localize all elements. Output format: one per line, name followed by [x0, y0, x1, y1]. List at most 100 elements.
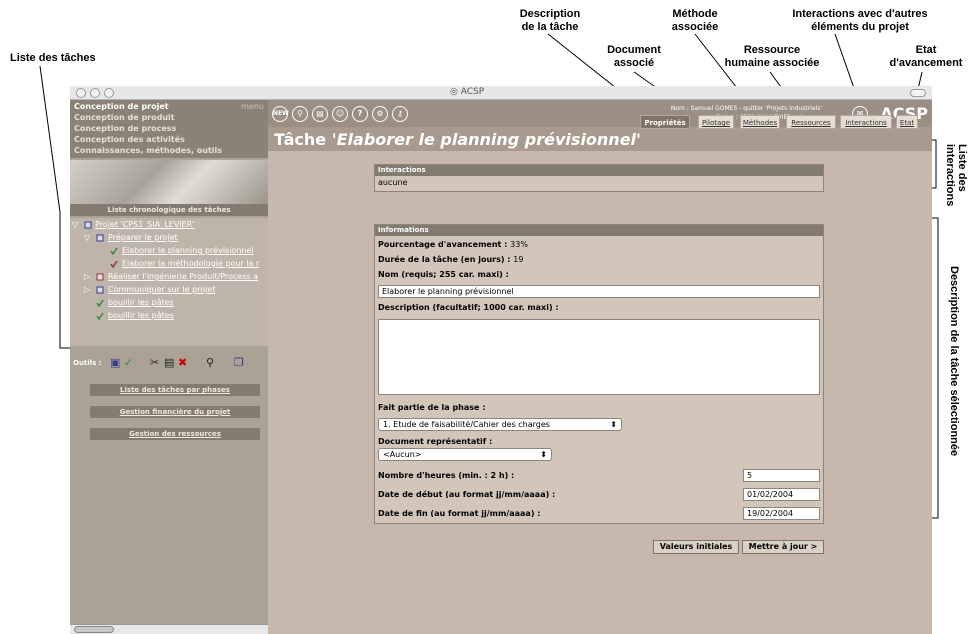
user-line[interactable]: Nom : Samuel GOMES - quitter 'Projets in…: [671, 104, 822, 113]
phase-icon: [96, 286, 104, 294]
phase-select[interactable]: 1. Etude de faisabilité/Cahier des charg…: [378, 418, 622, 431]
document-label: Document représentatif :: [378, 437, 493, 446]
update-button[interactable]: Mettre à jour >: [742, 540, 824, 554]
phase-label: Fait partie de la phase :: [378, 403, 486, 412]
annotation-description-tache: Description de la tâche: [519, 8, 581, 33]
tab-proprietes[interactable]: Propriétés: [640, 115, 690, 129]
tree-item-bouillir-2[interactable]: bouillir les pâtes: [108, 311, 174, 320]
menu-item-conception-produit[interactable]: Conception de produit: [74, 113, 175, 122]
button-gestion-ressources[interactable]: Gestion des ressources: [90, 428, 260, 440]
tab-ressources[interactable]: Ressources: [786, 115, 836, 129]
select-arrows-icon: ⬍: [540, 450, 547, 459]
tree-expander-icon[interactable]: ▽: [72, 220, 78, 229]
select-arrows-icon: ⬍: [610, 420, 617, 429]
tree-item-methodologie[interactable]: Elaborer la méthodologie pour la r: [122, 259, 259, 268]
fin-input[interactable]: 19/02/2004: [743, 507, 820, 520]
annotation-etat: Etat d'avancement: [889, 44, 963, 69]
menu-item-conception-projet[interactable]: Conception de projet: [74, 102, 169, 111]
tree-expander-icon[interactable]: ▽: [84, 233, 90, 242]
print-icon[interactable]: ▤: [312, 106, 328, 122]
annotation-liste-taches: Liste des tâches: [10, 52, 96, 64]
phase-icon: [96, 234, 104, 242]
banner-image: [70, 160, 268, 204]
tree-item-planning[interactable]: Elaborer le planning prévisionnel: [122, 246, 254, 255]
tab-methodes[interactable]: Méthodes: [740, 115, 780, 129]
annotation-methode: Méthode associée: [671, 8, 719, 33]
duree-label: Durée de la tâche (en jours) : 19: [378, 255, 524, 264]
annotation-interactions-autres: Interactions avec d'autres éléments du pr…: [792, 8, 928, 33]
tab-pilotage[interactable]: Pilotage: [698, 115, 734, 129]
main-menu: menu Conception de projet Conception de …: [70, 100, 268, 158]
tab-interactions[interactable]: Interactions: [840, 115, 892, 129]
button-gestion-financiere[interactable]: Gestion financière du projet: [90, 406, 260, 418]
tree-expander-icon[interactable]: ▷: [84, 272, 90, 281]
annotation-liste-interactions: Liste des interactions: [944, 144, 968, 207]
window-title: ◎ ACSP: [450, 87, 485, 97]
binoculars-icon[interactable]: ⚲: [206, 356, 214, 369]
heures-label: Nombre d'heures (min. : 2 h) :: [378, 471, 515, 480]
task-check-icon: [96, 299, 104, 307]
title-bar: ◎ ACSP: [70, 86, 932, 100]
phase-icon: [96, 273, 104, 281]
debut-input[interactable]: 01/02/2004: [743, 488, 820, 501]
tree-item-preparer[interactable]: Préparer le projet: [108, 233, 178, 242]
tree-item-bouillir-1[interactable]: bouillir les pâtes: [108, 298, 174, 307]
settings-icon[interactable]: ⚙: [372, 106, 388, 122]
tree-item-project[interactable]: Projet 'CPS1_SIA_LEVIER': [95, 220, 194, 229]
title-band: Tâche 'Elaborer le planning prévisionnel…: [268, 127, 932, 151]
tab-etat[interactable]: Etat: [896, 115, 918, 129]
tree-expander-icon[interactable]: ▷: [84, 285, 90, 294]
search-icon[interactable]: ⚲: [292, 106, 308, 122]
menu-label[interactable]: menu: [241, 102, 264, 111]
minimize-window-button[interactable]: [90, 88, 100, 98]
pourcentage-label: Pourcentage d'avancement : 33%: [378, 240, 528, 249]
task-check-icon: [96, 312, 104, 320]
horizontal-scrollbar[interactable]: [70, 624, 268, 634]
menu-item-conception-activites[interactable]: Conception des activités: [74, 135, 185, 144]
tree-item-realiser[interactable]: Réaliser l'ingénierie Produit/Process a: [108, 272, 258, 281]
informations-header: Informations: [375, 225, 823, 236]
heures-input[interactable]: 5: [743, 469, 820, 482]
document-select[interactable]: <Aucun> ⬍: [378, 448, 552, 461]
reset-button[interactable]: Valeurs initiales: [653, 540, 739, 554]
nom-input[interactable]: Elaborer le planning prévisionnel: [378, 285, 820, 298]
app-window: ◎ ACSP menu Conception de projet Concept…: [70, 86, 932, 634]
zoom-window-button[interactable]: [104, 88, 114, 98]
new-phase-icon[interactable]: ▣: [110, 356, 120, 369]
interactions-panel: Interactions aucune: [374, 164, 824, 192]
duree-value: 19: [513, 255, 524, 264]
user-icon[interactable]: ☺: [332, 106, 348, 122]
tools-bar: Outils : ▣ ✓ ✂ ▤ ✖ ⚲ ❒: [70, 356, 268, 372]
menu-item-connaissances[interactable]: Connaissances, méthodes, outils: [74, 146, 222, 155]
annotation-description-selection: Description de la tâche sélectionnée: [948, 266, 960, 457]
cut-icon[interactable]: ✂: [150, 356, 159, 369]
tree-item-communiquer[interactable]: Communiquer sur le projet: [108, 285, 215, 294]
tools-label: Outils :: [73, 359, 102, 367]
description-label: Description (facultatif; 1000 car. maxi)…: [378, 303, 559, 312]
annotation-document: Document associé: [607, 44, 661, 69]
debut-label: Date de début (au format jj/mm/aaaa) :: [378, 490, 556, 499]
help-icon[interactable]: ?: [352, 106, 368, 122]
paste-icon[interactable]: ▤: [164, 356, 174, 369]
description-textarea[interactable]: [378, 319, 820, 395]
new-icon[interactable]: NEW: [272, 106, 289, 122]
informations-panel: Informations Pourcentage d'avancement : …: [374, 224, 824, 524]
annotation-ressource: Ressource humaine associée: [724, 44, 820, 69]
task-check-icon: [110, 247, 118, 255]
delete-icon[interactable]: ✖: [178, 356, 187, 369]
scrollbar-thumb[interactable]: [74, 626, 114, 633]
export-icon[interactable]: ❒: [234, 356, 244, 369]
menu-item-conception-process[interactable]: Conception de process: [74, 124, 176, 133]
key-icon[interactable]: ⚷: [392, 106, 408, 122]
task-check-icon: [110, 260, 118, 268]
chrono-header: Liste chronologique des tâches: [70, 204, 268, 216]
close-window-button[interactable]: [76, 88, 86, 98]
pourcentage-value: 33%: [510, 240, 528, 249]
project-icon: [84, 221, 92, 229]
sidebar: menu Conception de projet Conception de …: [70, 100, 268, 634]
task-tree: ▽ Projet 'CPS1_SIA_LEVIER' ▽ Préparer le…: [70, 218, 268, 346]
new-task-icon[interactable]: ✓: [124, 356, 133, 369]
page-title: Tâche 'Elaborer le planning prévisionnel…: [274, 130, 641, 149]
toolbar-toggle-button[interactable]: [910, 89, 926, 97]
button-liste-phases[interactable]: Liste des tâches par phases: [90, 384, 260, 396]
